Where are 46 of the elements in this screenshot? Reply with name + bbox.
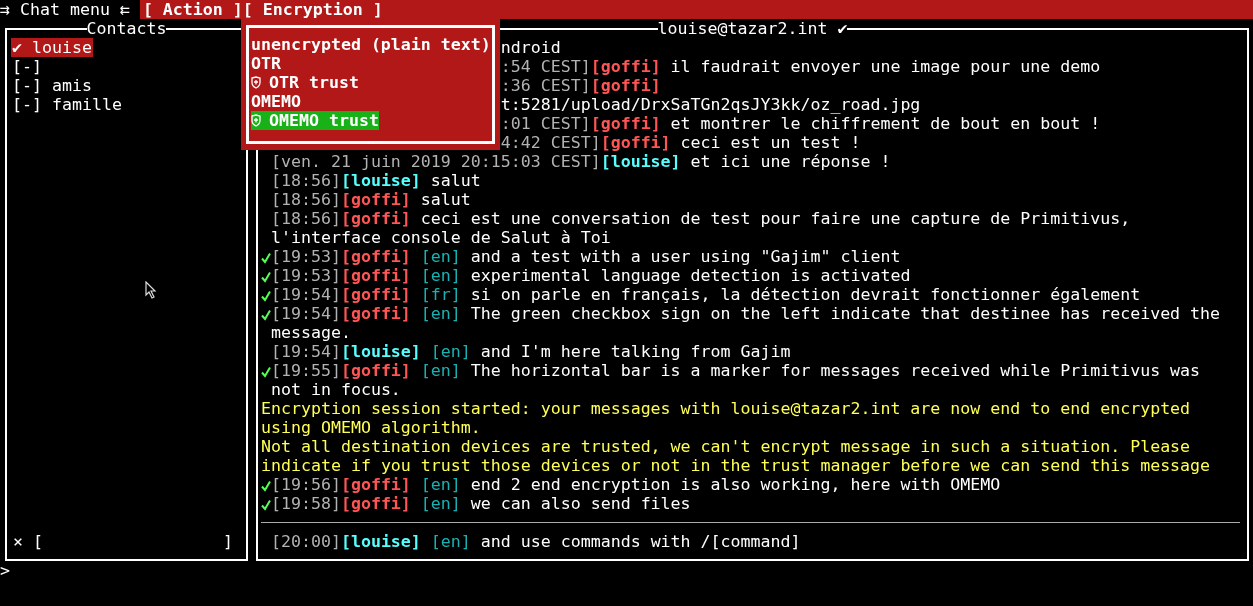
panel-title: Contacts — [86, 19, 167, 38]
check-icon — [261, 308, 271, 321]
menu-option[interactable]: OMEMO — [251, 92, 301, 111]
info-message: Not all destination devices are trusted, we can't encrypt message in such a situation. Please indicate if you trust those devices or not in the trust manager before we can send this message — [261, 437, 1211, 475]
contact-item[interactable]: ✔ louise — [11, 38, 93, 57]
clear-button[interactable]: × — [13, 532, 33, 551]
chat-message: [19:58][goffi] [en] we can also send files — [271, 494, 691, 513]
contact-item[interactable]: [-] — [11, 57, 43, 76]
chat-message: [19:54][louise] [en] and I'm here talking from Gajim — [271, 342, 791, 361]
command-prompt: > — [0, 561, 10, 580]
chat-message: [19:54][goffi] [en] The green checkbox sign on the left indicate that destinee has received the message. — [271, 304, 1222, 342]
menu-title: ⇉ Chat menu ⇇ — [0, 0, 131, 19]
chat-message: [20:00][louise] [en] and use commands with /[command] — [271, 532, 801, 551]
chat-message: [19:53][goffi] [en] experimental language detection is activated — [271, 266, 911, 285]
chat-message: [18:56][louise] salut — [271, 171, 481, 190]
check-icon — [261, 479, 271, 492]
chat-message: :01 CEST][goffi] et montrer le chiffrement de bout en bout ! — [500, 114, 1101, 133]
chat-message: [ven. 21 juin 2019 20:15:03 CEST][louise] et ici une réponse ! — [271, 152, 891, 171]
chat-message: :54 CEST][goffi] il faudrait envoyer une image pour une demo — [500, 57, 1101, 76]
message-text: t:5281/upload/DrxSaTGn2qsJY3kk/oz_road.jpg — [500, 95, 921, 114]
message-text: ndroid — [500, 38, 561, 57]
check-icon — [261, 498, 271, 511]
chat-message: [19:53][goffi] [en] and a test with a user using "Gajim" client — [271, 247, 901, 266]
menu-item[interactable]: [ Encryption ] — [242, 0, 383, 19]
mouse-cursor-icon — [145, 281, 157, 299]
menu-option[interactable]: unencrypted (plain text) — [251, 35, 491, 54]
menu-option[interactable]: OTR — [251, 54, 281, 73]
check-icon — [261, 365, 271, 378]
chat-message: [19:54][goffi] [fr] si on parle en français, la détection devrait fonctionner également — [271, 285, 1141, 304]
check-icon — [261, 289, 271, 302]
menu-option[interactable]: OTR trust — [251, 73, 359, 92]
shield-icon — [251, 114, 261, 127]
chat-message: [19:55][goffi] [en] The horizontal bar is a marker for messages received while Primitivus was not in focus. — [271, 361, 1202, 399]
contact-item[interactable]: [-] amis — [11, 76, 93, 95]
filter-field[interactable]: [ ] — [33, 532, 233, 551]
check-icon — [261, 270, 271, 283]
menu-item[interactable]: [ Action ] — [142, 0, 243, 19]
check-icon — [261, 251, 271, 264]
panel-title: louise@tazar2.int ✔ — [657, 19, 848, 38]
chat-message: [19:56][goffi] [en] end 2 end encryption is also working, here with OMEMO — [271, 475, 1001, 494]
info-message: Encryption session started: your messages with louise@tazar2.int are now end to end encrypted using OMEMO algorithm. — [261, 399, 1192, 437]
chat-message: [18:56][goffi] salut — [271, 190, 471, 209]
shield-icon — [251, 76, 261, 89]
chat-message: :36 CEST][goffi] — [500, 76, 661, 95]
contact-item[interactable]: [-] famille — [11, 95, 123, 114]
chat-message: 4:42 CEST][goffi] ceci est un test ! — [500, 133, 861, 152]
